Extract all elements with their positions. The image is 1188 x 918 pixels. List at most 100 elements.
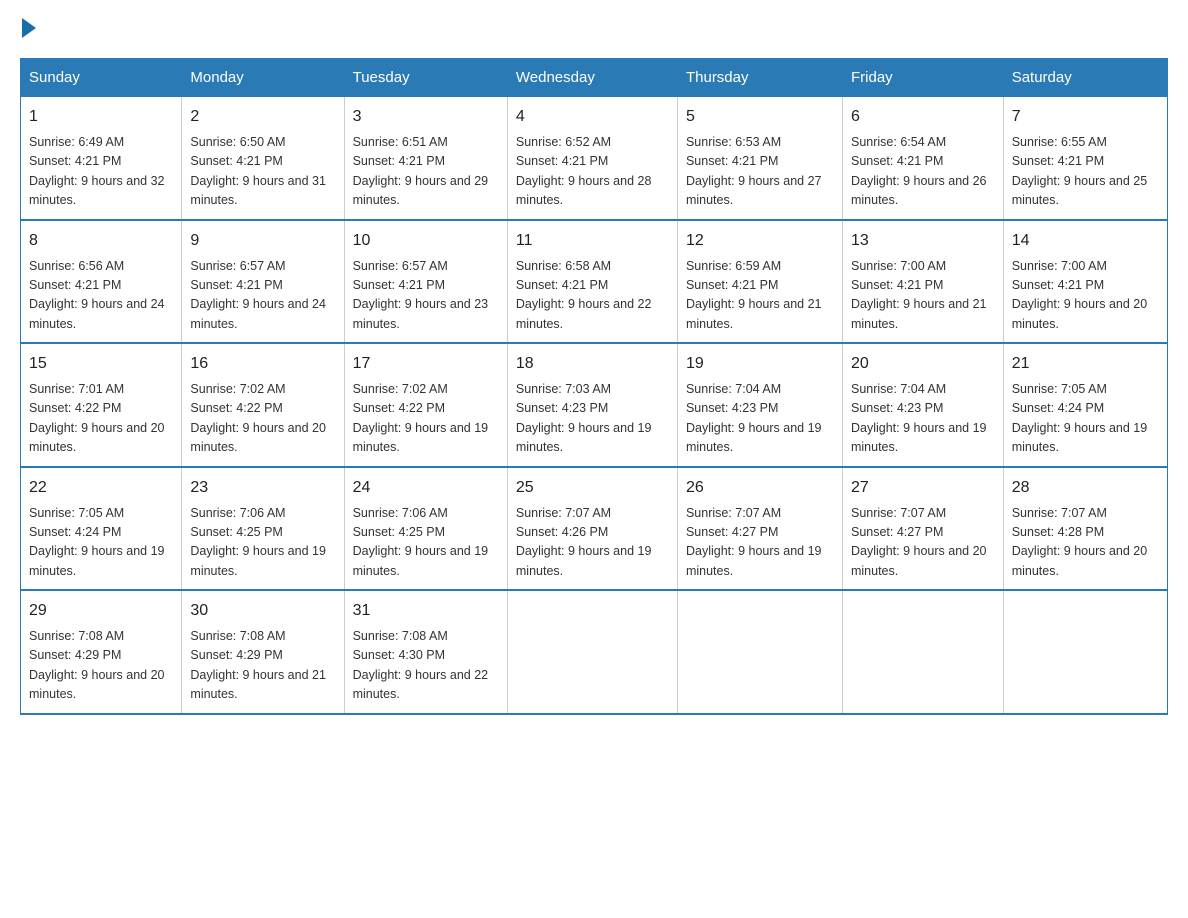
calendar-day-cell: 24 Sunrise: 7:06 AMSunset: 4:25 PMDaylig… xyxy=(344,467,507,591)
header-saturday: Saturday xyxy=(1003,59,1167,97)
day-number: 29 xyxy=(29,599,173,623)
day-info: Sunrise: 6:57 AMSunset: 4:21 PMDaylight:… xyxy=(190,257,335,335)
calendar-day-cell: 30 Sunrise: 7:08 AMSunset: 4:29 PMDaylig… xyxy=(182,590,344,714)
calendar-day-cell: 12 Sunrise: 6:59 AMSunset: 4:21 PMDaylig… xyxy=(677,220,842,344)
day-info: Sunrise: 6:59 AMSunset: 4:21 PMDaylight:… xyxy=(686,257,834,335)
day-info: Sunrise: 7:02 AMSunset: 4:22 PMDaylight:… xyxy=(353,380,499,458)
calendar-day-cell: 14 Sunrise: 7:00 AMSunset: 4:21 PMDaylig… xyxy=(1003,220,1167,344)
calendar-day-cell: 13 Sunrise: 7:00 AMSunset: 4:21 PMDaylig… xyxy=(842,220,1003,344)
day-number: 18 xyxy=(516,352,669,376)
day-info: Sunrise: 6:54 AMSunset: 4:21 PMDaylight:… xyxy=(851,133,995,211)
calendar-day-cell: 7 Sunrise: 6:55 AMSunset: 4:21 PMDayligh… xyxy=(1003,97,1167,220)
day-number: 6 xyxy=(851,105,995,129)
day-info: Sunrise: 6:58 AMSunset: 4:21 PMDaylight:… xyxy=(516,257,669,335)
calendar-day-cell: 10 Sunrise: 6:57 AMSunset: 4:21 PMDaylig… xyxy=(344,220,507,344)
day-number: 21 xyxy=(1012,352,1159,376)
logo xyxy=(20,20,38,38)
day-info: Sunrise: 7:07 AMSunset: 4:27 PMDaylight:… xyxy=(851,504,995,582)
calendar-day-cell: 17 Sunrise: 7:02 AMSunset: 4:22 PMDaylig… xyxy=(344,343,507,467)
day-info: Sunrise: 7:05 AMSunset: 4:24 PMDaylight:… xyxy=(1012,380,1159,458)
calendar-day-cell: 6 Sunrise: 6:54 AMSunset: 4:21 PMDayligh… xyxy=(842,97,1003,220)
day-number: 14 xyxy=(1012,229,1159,253)
day-info: Sunrise: 7:06 AMSunset: 4:25 PMDaylight:… xyxy=(190,504,335,582)
calendar-day-cell: 25 Sunrise: 7:07 AMSunset: 4:26 PMDaylig… xyxy=(507,467,677,591)
day-info: Sunrise: 6:52 AMSunset: 4:21 PMDaylight:… xyxy=(516,133,669,211)
day-number: 10 xyxy=(353,229,499,253)
calendar-table: Sunday Monday Tuesday Wednesday Thursday… xyxy=(20,58,1168,715)
day-info: Sunrise: 6:55 AMSunset: 4:21 PMDaylight:… xyxy=(1012,133,1159,211)
day-number: 26 xyxy=(686,476,834,500)
calendar-day-cell: 9 Sunrise: 6:57 AMSunset: 4:21 PMDayligh… xyxy=(182,220,344,344)
day-number: 31 xyxy=(353,599,499,623)
calendar-day-cell: 16 Sunrise: 7:02 AMSunset: 4:22 PMDaylig… xyxy=(182,343,344,467)
calendar-day-cell xyxy=(677,590,842,714)
calendar-day-cell: 20 Sunrise: 7:04 AMSunset: 4:23 PMDaylig… xyxy=(842,343,1003,467)
calendar-day-cell xyxy=(1003,590,1167,714)
day-number: 30 xyxy=(190,599,335,623)
calendar-day-cell xyxy=(507,590,677,714)
day-info: Sunrise: 6:57 AMSunset: 4:21 PMDaylight:… xyxy=(353,257,499,335)
day-number: 16 xyxy=(190,352,335,376)
calendar-day-cell: 18 Sunrise: 7:03 AMSunset: 4:23 PMDaylig… xyxy=(507,343,677,467)
day-number: 8 xyxy=(29,229,173,253)
calendar-day-cell: 3 Sunrise: 6:51 AMSunset: 4:21 PMDayligh… xyxy=(344,97,507,220)
day-number: 1 xyxy=(29,105,173,129)
calendar-day-cell: 8 Sunrise: 6:56 AMSunset: 4:21 PMDayligh… xyxy=(21,220,182,344)
page-header xyxy=(20,20,1168,38)
calendar-day-cell: 5 Sunrise: 6:53 AMSunset: 4:21 PMDayligh… xyxy=(677,97,842,220)
day-info: Sunrise: 6:50 AMSunset: 4:21 PMDaylight:… xyxy=(190,133,335,211)
day-number: 3 xyxy=(353,105,499,129)
day-info: Sunrise: 7:08 AMSunset: 4:29 PMDaylight:… xyxy=(190,627,335,705)
day-number: 27 xyxy=(851,476,995,500)
day-number: 25 xyxy=(516,476,669,500)
day-number: 20 xyxy=(851,352,995,376)
day-number: 2 xyxy=(190,105,335,129)
calendar-week-row: 8 Sunrise: 6:56 AMSunset: 4:21 PMDayligh… xyxy=(21,220,1168,344)
day-number: 13 xyxy=(851,229,995,253)
day-info: Sunrise: 7:02 AMSunset: 4:22 PMDaylight:… xyxy=(190,380,335,458)
day-info: Sunrise: 7:06 AMSunset: 4:25 PMDaylight:… xyxy=(353,504,499,582)
logo-arrow-icon xyxy=(22,18,36,38)
calendar-day-cell: 4 Sunrise: 6:52 AMSunset: 4:21 PMDayligh… xyxy=(507,97,677,220)
day-info: Sunrise: 7:01 AMSunset: 4:22 PMDaylight:… xyxy=(29,380,173,458)
calendar-day-cell: 19 Sunrise: 7:04 AMSunset: 4:23 PMDaylig… xyxy=(677,343,842,467)
day-number: 22 xyxy=(29,476,173,500)
day-number: 23 xyxy=(190,476,335,500)
day-info: Sunrise: 7:03 AMSunset: 4:23 PMDaylight:… xyxy=(516,380,669,458)
day-info: Sunrise: 7:04 AMSunset: 4:23 PMDaylight:… xyxy=(686,380,834,458)
day-number: 24 xyxy=(353,476,499,500)
calendar-day-cell: 11 Sunrise: 6:58 AMSunset: 4:21 PMDaylig… xyxy=(507,220,677,344)
day-number: 15 xyxy=(29,352,173,376)
calendar-week-row: 1 Sunrise: 6:49 AMSunset: 4:21 PMDayligh… xyxy=(21,97,1168,220)
day-number: 28 xyxy=(1012,476,1159,500)
calendar-day-cell: 28 Sunrise: 7:07 AMSunset: 4:28 PMDaylig… xyxy=(1003,467,1167,591)
calendar-day-cell xyxy=(842,590,1003,714)
header-sunday: Sunday xyxy=(21,59,182,97)
day-info: Sunrise: 7:00 AMSunset: 4:21 PMDaylight:… xyxy=(851,257,995,335)
calendar-day-cell: 22 Sunrise: 7:05 AMSunset: 4:24 PMDaylig… xyxy=(21,467,182,591)
day-number: 9 xyxy=(190,229,335,253)
day-info: Sunrise: 7:07 AMSunset: 4:26 PMDaylight:… xyxy=(516,504,669,582)
calendar-day-cell: 1 Sunrise: 6:49 AMSunset: 4:21 PMDayligh… xyxy=(21,97,182,220)
day-number: 19 xyxy=(686,352,834,376)
header-monday: Monday xyxy=(182,59,344,97)
calendar-header-row: Sunday Monday Tuesday Wednesday Thursday… xyxy=(21,59,1168,97)
calendar-day-cell: 15 Sunrise: 7:01 AMSunset: 4:22 PMDaylig… xyxy=(21,343,182,467)
calendar-day-cell: 27 Sunrise: 7:07 AMSunset: 4:27 PMDaylig… xyxy=(842,467,1003,591)
day-number: 7 xyxy=(1012,105,1159,129)
calendar-week-row: 22 Sunrise: 7:05 AMSunset: 4:24 PMDaylig… xyxy=(21,467,1168,591)
header-thursday: Thursday xyxy=(677,59,842,97)
calendar-day-cell: 26 Sunrise: 7:07 AMSunset: 4:27 PMDaylig… xyxy=(677,467,842,591)
calendar-week-row: 15 Sunrise: 7:01 AMSunset: 4:22 PMDaylig… xyxy=(21,343,1168,467)
day-number: 11 xyxy=(516,229,669,253)
header-wednesday: Wednesday xyxy=(507,59,677,97)
day-number: 4 xyxy=(516,105,669,129)
day-info: Sunrise: 7:05 AMSunset: 4:24 PMDaylight:… xyxy=(29,504,173,582)
day-info: Sunrise: 7:04 AMSunset: 4:23 PMDaylight:… xyxy=(851,380,995,458)
calendar-day-cell: 23 Sunrise: 7:06 AMSunset: 4:25 PMDaylig… xyxy=(182,467,344,591)
calendar-day-cell: 31 Sunrise: 7:08 AMSunset: 4:30 PMDaylig… xyxy=(344,590,507,714)
calendar-day-cell: 29 Sunrise: 7:08 AMSunset: 4:29 PMDaylig… xyxy=(21,590,182,714)
day-info: Sunrise: 6:53 AMSunset: 4:21 PMDaylight:… xyxy=(686,133,834,211)
day-number: 12 xyxy=(686,229,834,253)
day-number: 5 xyxy=(686,105,834,129)
